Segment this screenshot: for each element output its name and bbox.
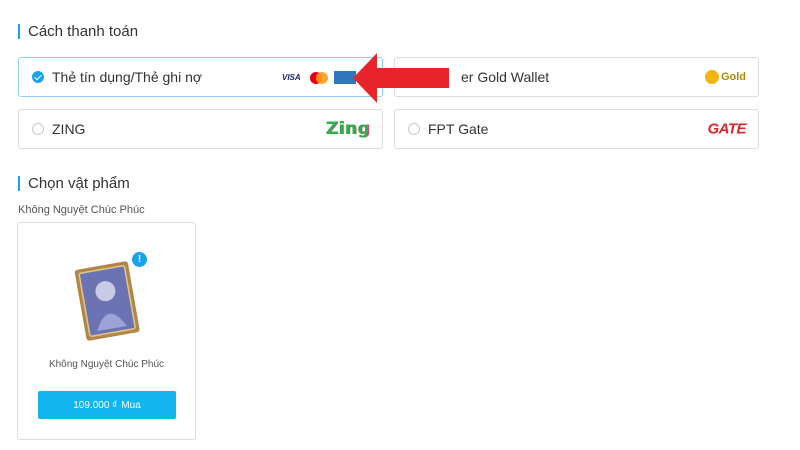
payment-option-credit-card[interactable]: Thẻ tín dụng/Thẻ ghi nợ VISA xyxy=(18,57,383,97)
card-logos: VISA xyxy=(282,71,356,84)
red-arrow-icon xyxy=(353,53,449,103)
payment-section-title: Cách thanh toán xyxy=(18,24,138,39)
fpt-gate-logo: GATE xyxy=(707,120,746,138)
mastercard-icon xyxy=(310,71,328,84)
item-name: Không Nguyệt Chúc Phúc xyxy=(48,359,165,370)
buy-button[interactable]: 109.000 ₫ Mua xyxy=(38,391,176,419)
item-image xyxy=(74,261,140,341)
item-price: 109.000 ₫ xyxy=(73,399,118,411)
payment-option-label: er Gold Wallet xyxy=(461,69,550,85)
payment-option-fpt-gate[interactable]: FPT Gate GATE xyxy=(394,109,759,149)
payment-option-zing[interactable]: ZING Zing xyxy=(18,109,383,149)
radio-unchecked-icon[interactable] xyxy=(408,123,420,135)
visa-icon: VISA xyxy=(282,73,301,82)
gold-wallet-logo: Gold xyxy=(704,70,746,84)
buy-label: Mua xyxy=(121,399,141,411)
zing-logo: Zing xyxy=(325,119,370,139)
payment-option-label: FPT Gate xyxy=(428,121,489,137)
items-section-title: Chọn vật phẩm xyxy=(18,176,130,191)
payment-option-label: ZING xyxy=(52,121,86,137)
info-icon[interactable]: ! xyxy=(132,252,147,267)
radio-checked-icon[interactable] xyxy=(32,71,44,83)
radio-unchecked-icon[interactable] xyxy=(32,123,44,135)
item-card[interactable]: ! Không Nguyệt Chúc Phúc 109.000 ₫ Mua xyxy=(17,222,196,440)
payment-option-label: Thẻ tín dụng/Thẻ ghi nợ xyxy=(52,69,203,85)
items-subtitle: Không Nguyệt Chúc Phúc xyxy=(18,204,145,216)
